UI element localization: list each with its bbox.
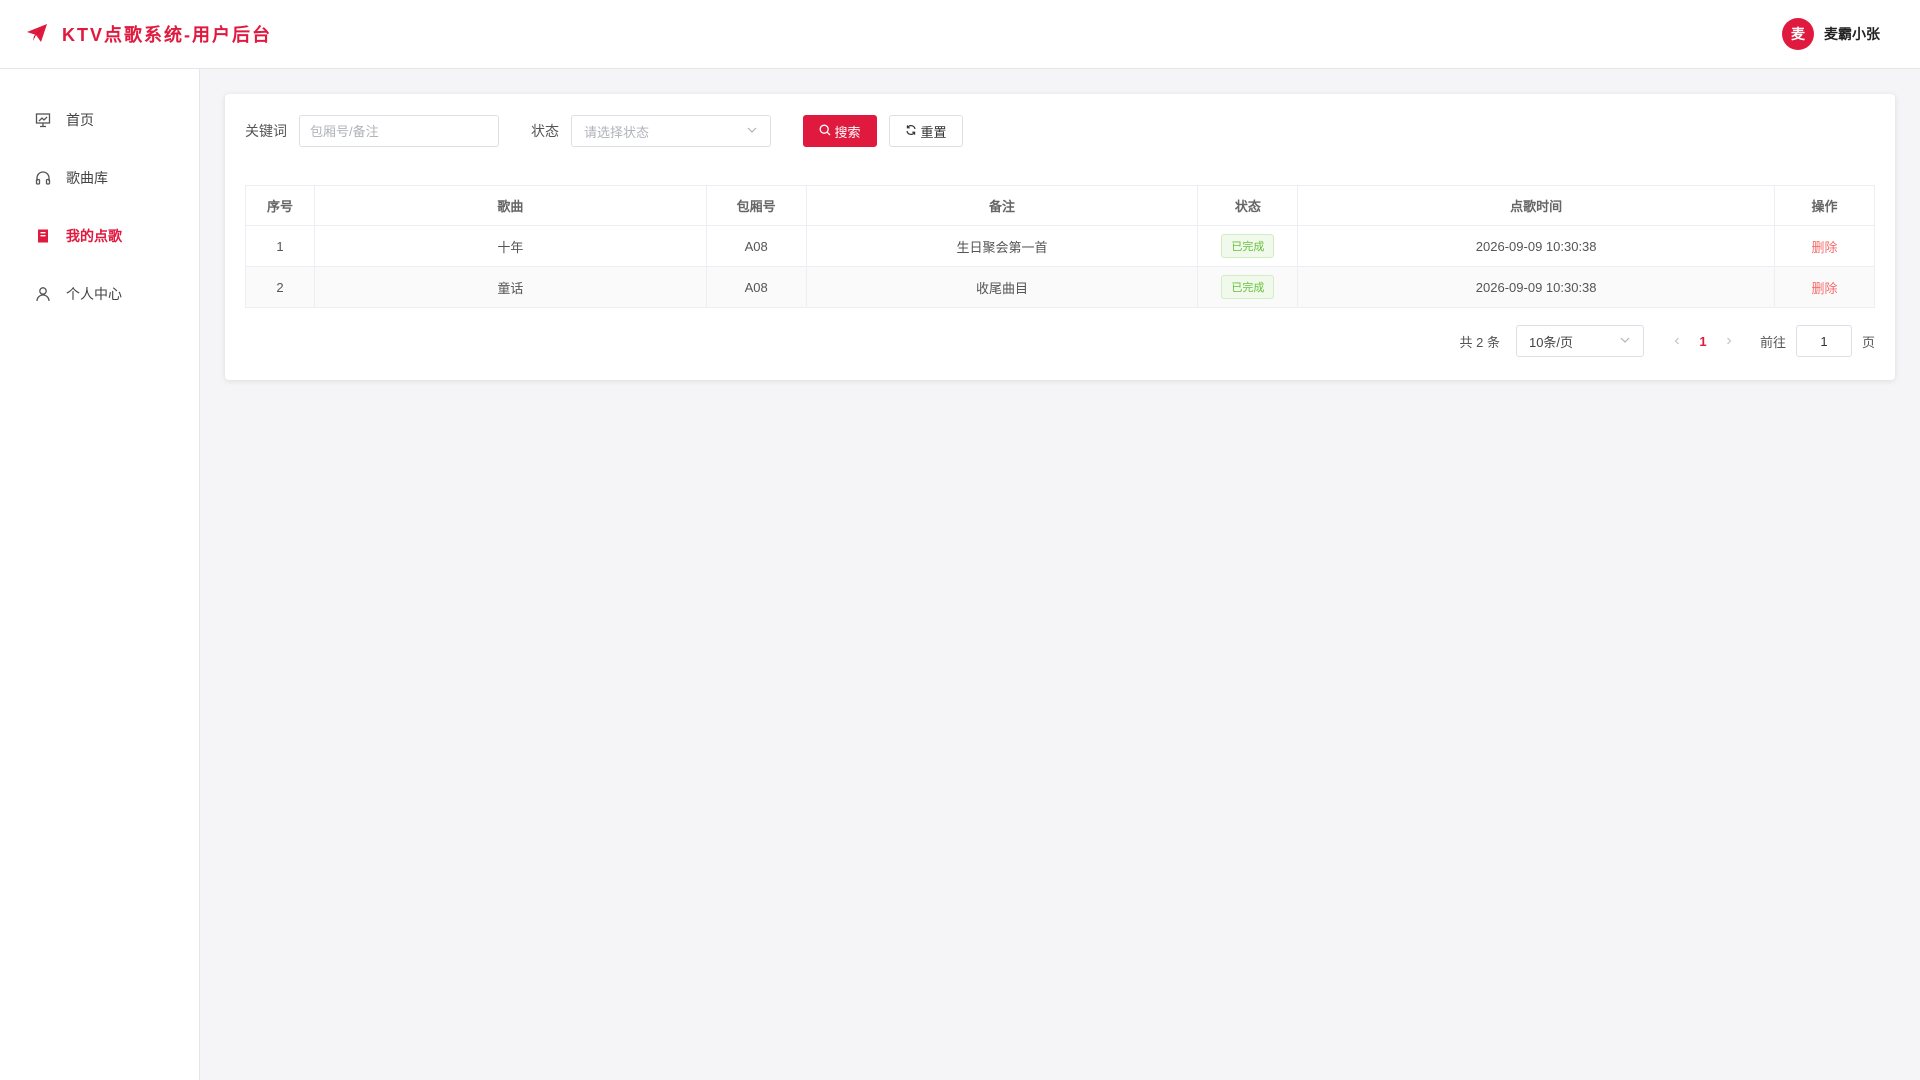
reset-button-label: 重置: [920, 124, 947, 140]
delete-link[interactable]: 删除: [1812, 281, 1838, 296]
app-title: KTV点歌系统-用户后台: [62, 25, 272, 45]
chevron-down-icon: [746, 124, 758, 139]
column-header: 操作: [1774, 185, 1875, 226]
chevron-down-icon: [1619, 334, 1631, 349]
sidebar-item-label: 首页: [66, 112, 94, 128]
keyword-label: 关键词: [245, 123, 287, 139]
refresh-icon: [905, 124, 917, 139]
tickets-icon: [34, 227, 52, 245]
brand: KTV点歌系统-用户后台: [26, 21, 272, 47]
table-row: 1 十年 A08 生日聚会第一首 已完成 2026-09-09 10:30:38…: [245, 225, 1875, 267]
paper-plane-icon: [26, 23, 48, 46]
avatar[interactable]: 麦: [1782, 18, 1814, 50]
top-header: KTV点歌系统-用户后台 麦 麦霸小张: [0, 0, 1920, 69]
page-size-value: 10条/页: [1528, 334, 1574, 350]
search-icon: [819, 124, 831, 139]
column-header: 歌曲: [313, 185, 707, 226]
filter-bar: 关键词 状态 请选择状态 搜索 重置: [245, 115, 1875, 147]
total-count: 共 2 条: [1459, 334, 1500, 350]
pagination: 共 2 条 10条/页 1 前往 页: [245, 325, 1875, 357]
column-header: 状态: [1197, 185, 1299, 226]
status-label: 状态: [531, 123, 559, 139]
page-suffix: 页: [1861, 334, 1875, 350]
cell-action: 删除: [1774, 266, 1875, 308]
next-page-icon[interactable]: [1718, 333, 1740, 349]
status-select[interactable]: 请选择状态: [571, 115, 771, 147]
search-button-label: 搜索: [834, 124, 861, 140]
cell-note: 生日聚会第一首: [805, 225, 1199, 267]
cell-time: 2026-09-09 10:30:38: [1297, 225, 1776, 267]
sidebar-item-label: 个人中心: [66, 286, 122, 302]
delete-link[interactable]: 删除: [1812, 240, 1838, 255]
goto-page-input[interactable]: [1795, 325, 1852, 357]
goto-label: 前往: [1759, 334, 1786, 350]
status-select-placeholder: 请选择状态: [584, 124, 650, 140]
column-header: 序号: [245, 185, 315, 226]
sidebar-item-my-requests[interactable]: 我的点歌: [0, 207, 199, 265]
requests-table: 序号 歌曲 包厢号 备注 状态 点歌时间 操作 1 十年 A08 生日聚会第一首…: [245, 185, 1875, 308]
table-header-row: 序号 歌曲 包厢号 备注 状态 点歌时间 操作: [245, 185, 1875, 226]
status-badge: 已完成: [1221, 234, 1275, 258]
column-header: 点歌时间: [1297, 185, 1776, 226]
cell-time: 2026-09-09 10:30:38: [1297, 266, 1776, 308]
keyword-input[interactable]: [299, 115, 499, 147]
cell-index: 2: [245, 266, 315, 308]
main-card: 关键词 状态 请选择状态 搜索 重置 序号: [225, 94, 1895, 380]
user-menu[interactable]: 麦 麦霸小张: [1782, 18, 1880, 50]
user-name[interactable]: 麦霸小张: [1824, 24, 1880, 44]
cell-room: A08: [705, 266, 807, 308]
reset-button[interactable]: 重置: [889, 115, 963, 147]
column-header: 包厢号: [705, 185, 807, 226]
table-row: 2 童话 A08 收尾曲目 已完成 2026-09-09 10:30:38 删除: [245, 266, 1875, 308]
sidebar-item-home[interactable]: 首页: [0, 91, 199, 149]
sidebar-item-label: 我的点歌: [66, 228, 122, 244]
status-badge: 已完成: [1221, 275, 1275, 299]
prev-page-icon[interactable]: [1666, 333, 1688, 349]
search-button[interactable]: 搜索: [803, 115, 877, 147]
sidebar-item-songs[interactable]: 歌曲库: [0, 149, 199, 207]
cell-index: 1: [245, 225, 315, 267]
cell-status: 已完成: [1197, 266, 1299, 308]
page-number-current[interactable]: 1: [1688, 334, 1718, 349]
cell-status: 已完成: [1197, 225, 1299, 267]
headset-icon: [34, 169, 52, 187]
cell-action: 删除: [1774, 225, 1875, 267]
sidebar-item-label: 歌曲库: [66, 170, 108, 186]
cell-song: 童话: [313, 266, 707, 308]
sidebar: 首页 歌曲库 我的点歌 个人中心: [0, 69, 200, 1080]
sidebar-item-profile[interactable]: 个人中心: [0, 265, 199, 323]
cell-song: 十年: [313, 225, 707, 267]
page-size-select[interactable]: 10条/页: [1515, 325, 1644, 357]
column-header: 备注: [805, 185, 1199, 226]
presentation-icon: [34, 111, 52, 129]
cell-note: 收尾曲目: [805, 266, 1199, 308]
user-icon: [34, 285, 52, 303]
cell-room: A08: [705, 225, 807, 267]
